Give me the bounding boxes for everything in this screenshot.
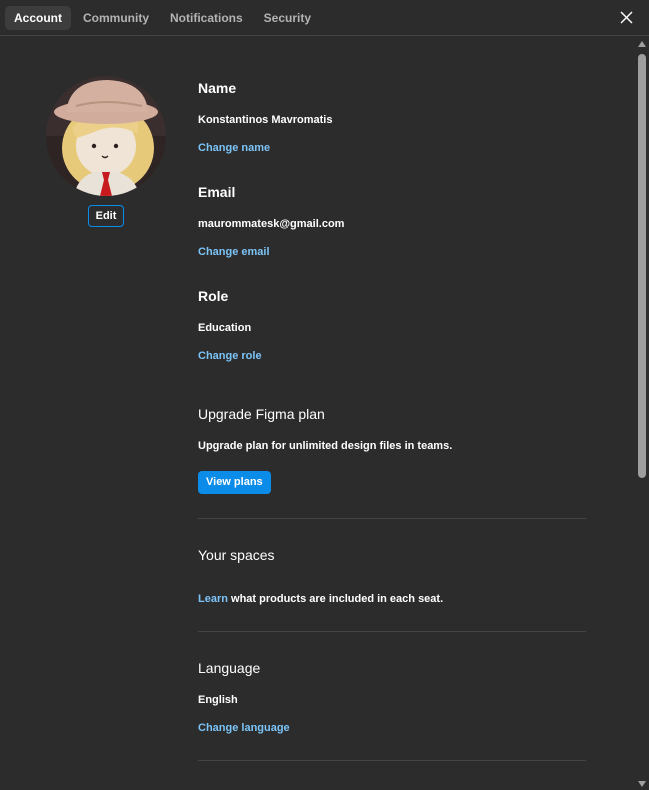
learn-link[interactable]: Learn [198, 593, 228, 605]
role-section-title: Role [198, 288, 229, 304]
language-value: English [198, 694, 238, 706]
tab-bar: Account Community Notifications Security [0, 0, 649, 36]
role-value: Education [198, 322, 252, 334]
view-plans-button[interactable]: View plans [198, 471, 271, 494]
language-section-title: Language [198, 660, 261, 676]
avatar [46, 76, 166, 196]
spaces-section-title: Your spaces [198, 547, 275, 563]
tab-notifications[interactable]: Notifications [161, 6, 252, 30]
spaces-description: Learn what products are included in each… [198, 593, 443, 605]
tab-account[interactable]: Account [5, 5, 71, 30]
email-value: maurommatesk@gmail.com [198, 218, 345, 230]
change-role-link[interactable]: Change role [198, 350, 262, 362]
scroll-up-arrow-icon[interactable] [638, 41, 646, 47]
email-section-title: Email [198, 184, 236, 200]
section-divider [198, 760, 586, 761]
name-value: Konstantinos Mavromatis [198, 114, 333, 126]
section-divider [198, 631, 586, 632]
scroll-down-arrow-icon[interactable] [638, 781, 646, 787]
scrollbar-thumb[interactable] [638, 54, 646, 478]
section-divider [198, 518, 586, 519]
tab-security[interactable]: Security [255, 6, 320, 30]
edit-avatar-button[interactable]: Edit [88, 205, 124, 227]
tab-community[interactable]: Community [74, 6, 158, 30]
vertical-scrollbar[interactable] [635, 37, 649, 790]
upgrade-section-title: Upgrade Figma plan [198, 406, 325, 422]
close-button[interactable] [615, 7, 637, 29]
avatar-image [46, 76, 166, 196]
change-email-link[interactable]: Change email [198, 246, 270, 258]
spaces-description-text: what products are included in each seat. [227, 593, 444, 605]
upgrade-description: Upgrade plan for unlimited design files … [198, 440, 453, 452]
name-section-title: Name [198, 80, 237, 96]
change-name-link[interactable]: Change name [198, 142, 270, 154]
close-icon [620, 11, 633, 24]
change-language-link[interactable]: Change language [198, 722, 290, 734]
account-settings-window: Account Community Notifications Security [0, 0, 649, 790]
